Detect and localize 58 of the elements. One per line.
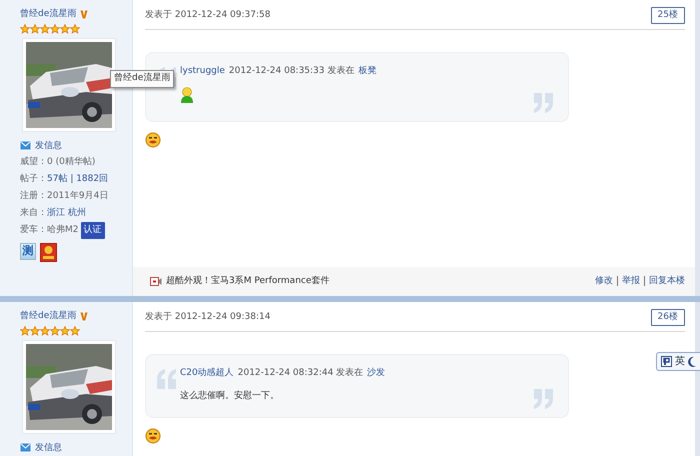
- stat-label: 威望：: [20, 156, 47, 168]
- ime-mode[interactable]: 英: [675, 354, 685, 369]
- username-link[interactable]: 曾经de流星雨: [20, 8, 76, 22]
- stat-label: 注册：: [20, 190, 47, 202]
- stat-label: 来自：: [20, 206, 47, 220]
- star-icon: [70, 24, 80, 34]
- action-link[interactable]: 回复本楼: [645, 276, 685, 286]
- post-time: 发表于 2012-12-24 09:38:14: [145, 310, 270, 324]
- stat-value: 0 (0精华帖): [47, 156, 96, 168]
- medal-icon: [40, 242, 57, 262]
- star-icon: [60, 24, 70, 34]
- quote-author-link[interactable]: C20动感超人: [180, 367, 234, 380]
- moon-icon: [688, 356, 696, 366]
- action-link[interactable]: 举报: [618, 276, 645, 286]
- emoji-icon: [145, 428, 161, 444]
- test-badge: 测: [20, 242, 36, 260]
- figure-emoji-icon: [180, 86, 194, 102]
- quote-author-link[interactable]: lystruggle: [180, 65, 225, 78]
- quote-meta: 2012-12-24 08:35:33 发表在: [228, 65, 354, 78]
- quote-board-link[interactable]: 板凳: [358, 65, 376, 78]
- stat-value: 哈弗M2: [47, 224, 78, 236]
- action-link[interactable]: 修改: [591, 276, 618, 286]
- close-quote-icon: [532, 92, 554, 112]
- stat-label: 帖子：: [20, 172, 47, 186]
- stat-link[interactable]: 浙江 杭州: [47, 204, 86, 222]
- star-icon: [60, 326, 70, 336]
- send-message-link[interactable]: 发信息: [35, 440, 62, 456]
- star-icon: [30, 24, 40, 34]
- star-icon: [20, 24, 30, 34]
- open-quote-icon: [156, 369, 178, 389]
- stat-value: 2011年9月4日: [47, 190, 108, 202]
- send-message-link[interactable]: 发信息: [35, 138, 62, 154]
- floor-button[interactable]: 25楼: [650, 7, 685, 24]
- floor-button[interactable]: 26楼: [650, 309, 685, 326]
- quote-text: 这么悲催啊。安慰一下。: [180, 390, 280, 402]
- quote-board-link[interactable]: 沙发: [367, 367, 386, 380]
- article-link[interactable]: 超酷外观！宝马3系M Performance套件: [166, 274, 330, 288]
- star-icon: [20, 326, 30, 336]
- stat-label: 爱车：: [20, 224, 47, 236]
- stat-link[interactable]: 57帖 | 1882回: [47, 170, 108, 188]
- p-logo-icon: [661, 356, 672, 367]
- username-link[interactable]: 曾经de流星雨: [20, 310, 76, 324]
- post-time: 发表于 2012-12-24 09:37:58: [145, 8, 270, 22]
- star-icon: [70, 326, 80, 336]
- envelope-icon: [20, 141, 31, 150]
- envelope-icon: [20, 443, 31, 452]
- emoji-icon: [145, 132, 161, 148]
- star-icon: [40, 24, 50, 34]
- verified-tag: 认证: [80, 222, 104, 238]
- star-icon: [30, 326, 40, 336]
- star-icon: [40, 326, 50, 336]
- star-icon: [50, 326, 60, 336]
- video-icon: [150, 276, 162, 286]
- ime-toolbar[interactable]: 英: [656, 352, 700, 371]
- tooltip: 曾经de流星雨: [110, 70, 174, 88]
- star-icon: [50, 24, 60, 34]
- close-quote-icon: [532, 389, 554, 409]
- quote-meta: 2012-12-24 08:32:44 发表在: [238, 367, 364, 380]
